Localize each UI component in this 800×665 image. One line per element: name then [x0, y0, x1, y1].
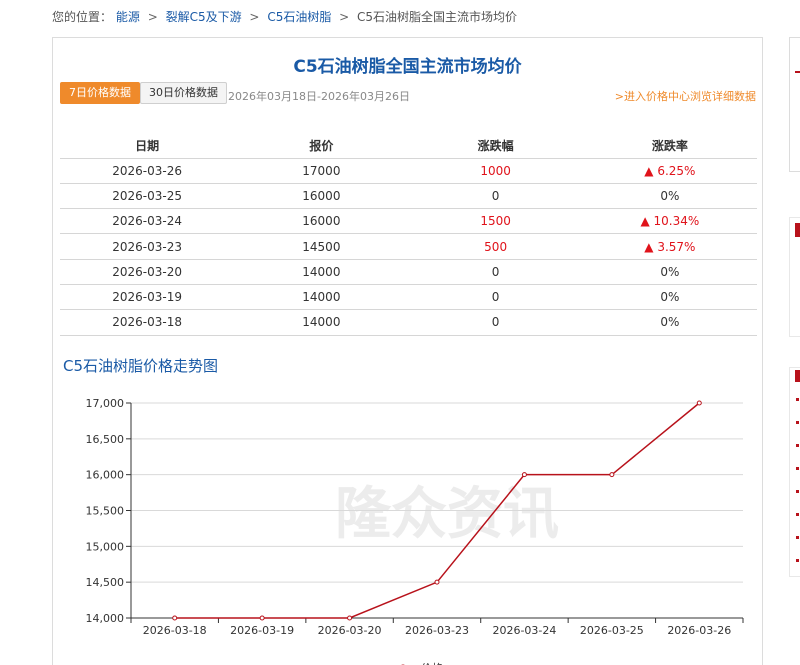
x-tick-label: 2026-03-23: [405, 624, 469, 637]
breadcrumb-link-c5-resin[interactable]: C5石油树脂: [267, 10, 331, 24]
y-tick-label: 15,000: [86, 540, 125, 553]
x-tick-label: 2026-03-18: [143, 624, 207, 637]
breadcrumb-separator: >: [147, 10, 158, 24]
table-row: 2026-03-23 14500 500 ▲ 3.57%: [60, 233, 757, 260]
cell-change-rate: ▲ 3.57%: [582, 233, 757, 260]
cell-change-rate: ▲ 10.34%: [582, 208, 757, 235]
cell-change: 500: [408, 233, 583, 260]
table-row: 2026-03-19 14000 0 0%: [60, 284, 757, 311]
cell-price: 14500: [234, 233, 409, 260]
cell-change-rate: ▲ 6.25%: [582, 158, 757, 184]
breadcrumb-separator: >: [249, 10, 260, 24]
chart-title: C5石油树脂价格走势图: [63, 357, 219, 375]
table-row: 2026-03-25 16000 0 0%: [60, 183, 757, 210]
price-table: 日期 报价 涨跌幅 涨跌率 2026-03-26 17000 1000 ▲ 6.25%…: [60, 133, 757, 336]
cell-date: 2026-03-26: [60, 158, 235, 184]
breadcrumb-link-energy[interactable]: 能源: [116, 10, 140, 24]
watermark: 隆众资讯: [335, 482, 559, 547]
cell-price: 14000: [234, 309, 409, 336]
data-point: [434, 579, 440, 585]
price-trend-chart: 隆众资讯 14,000 14,500 15,000 15,500 16,000 16,500…: [86, 397, 744, 665]
cell-price: 16000: [234, 183, 409, 210]
table-row: 2026-03-18 14000 0 0%: [60, 309, 757, 336]
cell-date: 2026-03-19: [60, 284, 235, 311]
sidebar-list-bullet: [796, 536, 799, 539]
table-row: 2026-03-20 14000 0 0%: [60, 259, 757, 285]
sidebar-list-bullet: [796, 467, 799, 470]
right-sidebar: [789, 37, 800, 665]
sidebar-top-box: [789, 37, 800, 172]
breadcrumb-prefix: 您的位置：: [52, 10, 113, 24]
cell-change-rate: 0%: [582, 284, 757, 311]
x-tick-label: 2026-03-25: [580, 624, 644, 637]
table-row: 2026-03-24 16000 1500 ▲ 10.34%: [60, 208, 757, 235]
sidebar-list-bullet: [796, 444, 799, 447]
y-tick-label: 14,500: [86, 576, 125, 589]
table-body: 2026-03-26 17000 1000 ▲ 6.25% 2026-03-25 1600…: [60, 158, 757, 336]
cell-change: 0: [408, 183, 583, 210]
data-point: [259, 615, 265, 621]
y-tick-label: 17,000: [86, 397, 125, 410]
sidebar-section-marker: [795, 370, 800, 382]
cell-date: 2026-03-20: [60, 259, 235, 285]
sidebar-accent-bar: [795, 71, 800, 73]
sidebar-list-bullet: [796, 490, 799, 493]
table-row: 2026-03-26 17000 1000 ▲ 6.25%: [60, 158, 757, 184]
cell-price: 16000: [234, 208, 409, 235]
cell-price: 14000: [234, 259, 409, 285]
cell-date: 2026-03-18: [60, 309, 235, 336]
cell-change-rate: 0%: [582, 309, 757, 336]
cell-price: 14000: [234, 284, 409, 311]
cell-date: 2026-03-24: [60, 208, 235, 235]
x-tick-label: 2026-03-26: [667, 624, 731, 637]
data-point: [521, 472, 527, 478]
y-tick-label: 16,000: [86, 469, 125, 482]
date-range: 2026年03月18日-2026年03月26日: [228, 90, 410, 103]
data-point: [172, 615, 178, 621]
sidebar-list-bullet: [796, 513, 799, 516]
price-center-link[interactable]: >进入价格中心浏览详细数据: [615, 88, 756, 104]
cell-date: 2026-03-23: [60, 233, 235, 260]
cell-change: 0: [408, 284, 583, 311]
cell-change-rate: 0%: [582, 183, 757, 210]
header-change-rate: 涨跌率: [582, 133, 757, 159]
x-tick-label: 2026-03-19: [230, 624, 294, 637]
sidebar-section-marker: [795, 223, 800, 237]
data-point: [696, 400, 702, 406]
legend-label: 价格: [421, 661, 443, 665]
tab-30-day-data[interactable]: 30日价格数据: [140, 82, 227, 104]
sidebar-list-bullet: [796, 421, 799, 424]
cell-change: 1000: [408, 158, 583, 184]
breadcrumb-link-c5-downstream[interactable]: 裂解C5及下游: [166, 10, 242, 24]
price-panel: C5石油树脂全国主流市场均价 7日价格数据 30日价格数据 2026年03月18…: [52, 37, 763, 665]
cell-price: 17000: [234, 158, 409, 184]
x-tick-label: 2026-03-24: [492, 624, 556, 637]
y-tick-label: 14,000: [86, 612, 125, 625]
breadcrumb-current: C5石油树脂全国主流市场均价: [357, 10, 518, 24]
cell-change-rate: 0%: [582, 259, 757, 285]
breadcrumb-separator: >: [339, 10, 350, 24]
sidebar-list-bullet: [796, 559, 799, 562]
cell-change: 0: [408, 259, 583, 285]
breadcrumb: 您的位置： 能源 > 裂解C5及下游 > C5石油树脂 > C5石油树脂全国主流…: [52, 8, 517, 25]
table-header-row: 日期 报价 涨跌幅 涨跌率: [60, 133, 757, 159]
page-title: C5石油树脂全国主流市场均价: [293, 57, 522, 77]
data-point: [347, 615, 353, 621]
cell-date: 2026-03-25: [60, 183, 235, 210]
cell-change: 0: [408, 309, 583, 336]
cell-change: 1500: [408, 208, 583, 235]
y-tick-label: 16,500: [86, 433, 125, 446]
x-tick-label: 2026-03-20: [318, 624, 382, 637]
data-point: [609, 472, 615, 478]
tab-7-day-data[interactable]: 7日价格数据: [60, 82, 140, 104]
header-change: 涨跌幅: [408, 133, 583, 159]
header-date: 日期: [60, 133, 235, 159]
sidebar-list-bullet: [796, 398, 799, 401]
header-price: 报价: [234, 133, 409, 159]
y-tick-label: 15,500: [86, 505, 125, 518]
